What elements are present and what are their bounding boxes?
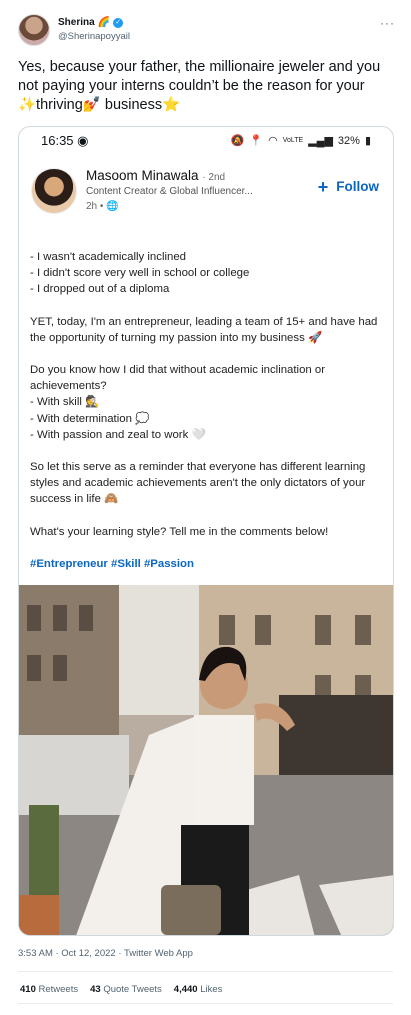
- location-icon: 📍: [249, 135, 264, 147]
- more-options-icon[interactable]: ···: [380, 16, 395, 30]
- plus-icon: +: [317, 177, 329, 197]
- handle[interactable]: @Sherinapoyyail: [58, 31, 130, 42]
- retweets-count[interactable]: 410 Retweets: [20, 984, 78, 995]
- tweet-stats: 410 Retweets 43 Quote Tweets 4,440 Likes: [20, 984, 222, 995]
- street-photo: [19, 585, 393, 935]
- display-name[interactable]: Sherina 🌈 ✓: [58, 17, 124, 28]
- author-headline: Content Creator & Global Influencer...: [86, 186, 253, 197]
- post-body: - I wasn't academically inclined - I did…: [30, 249, 385, 572]
- verified-icon: ✓: [113, 17, 124, 28]
- mute-icon: 🔕: [230, 135, 245, 147]
- avatar[interactable]: [18, 14, 50, 46]
- tweet-text: Yes, because your father, the millionair…: [18, 59, 381, 113]
- divider: [18, 971, 393, 972]
- attached-image[interactable]: 16:35 ◉ 🔕 📍 ◠ VoLTE ▂▄▆ 32% ▮ Masoom Min…: [18, 126, 394, 936]
- signal-label: VoLTE: [282, 137, 304, 144]
- battery-icon: ▮: [364, 135, 371, 147]
- post-age: 2h • 🌐: [86, 201, 119, 212]
- author-avatar[interactable]: [31, 168, 77, 214]
- connection-degree: · 2nd: [202, 172, 226, 183]
- battery-text: 32%: [337, 134, 360, 147]
- author-name[interactable]: Masoom Minawala · 2nd: [86, 168, 225, 183]
- globe-icon: 🌐: [106, 201, 119, 212]
- tweet-header: Sherina 🌈 ✓ @Sherinapoyyail ···: [18, 14, 399, 50]
- display-name-text[interactable]: Sherina: [58, 17, 95, 28]
- signal-icon: ▂▄▆: [308, 135, 333, 147]
- likes-count[interactable]: 4,440 Likes: [174, 984, 223, 995]
- quotes-count[interactable]: 43 Quote Tweets: [90, 984, 162, 995]
- whatsapp-icon: ◉: [77, 133, 89, 148]
- follow-button[interactable]: + Follow: [318, 177, 379, 198]
- status-icons: 🔕 📍 ◠ VoLTE ▂▄▆ 32% ▮: [230, 134, 371, 148]
- hashtags[interactable]: #Entrepreneur #Skill #Passion: [30, 556, 385, 572]
- rainbow-icon: 🌈: [97, 17, 111, 28]
- phone-status-bar: 16:35 ◉ 🔕 📍 ◠ VoLTE ▂▄▆ 32% ▮: [19, 127, 393, 157]
- tweet-timestamp[interactable]: 3:53 AM · Oct 12, 2022 · Twitter Web App: [18, 948, 193, 959]
- post-photo[interactable]: [19, 585, 393, 935]
- wifi-icon: ◠: [268, 135, 278, 147]
- divider: [18, 1003, 393, 1004]
- phone-time: 16:35 ◉: [41, 133, 89, 148]
